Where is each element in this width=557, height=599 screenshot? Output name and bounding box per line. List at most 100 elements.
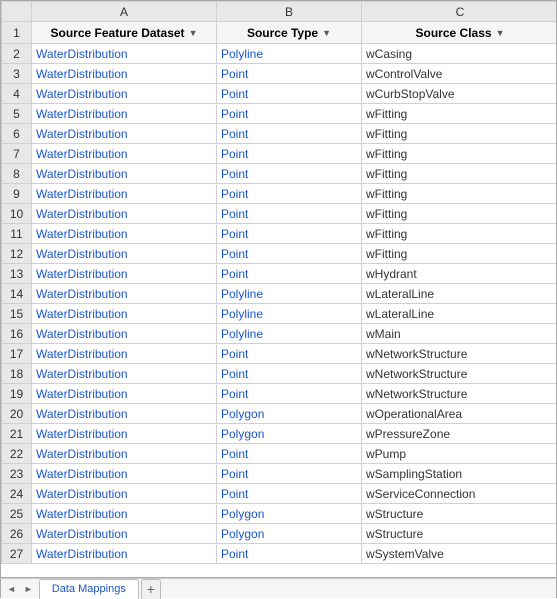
cell-source-class[interactable]: wSystemValve [362,544,557,564]
cell-source-feature-dataset[interactable]: WaterDistribution [32,304,217,324]
col-c-sort-icon[interactable]: ▼ [496,28,505,38]
row-num-cell: 21 [2,424,32,444]
cell-source-class[interactable]: wFitting [362,104,557,124]
add-tab-button[interactable]: + [141,579,161,599]
cell-source-feature-dataset[interactable]: WaterDistribution [32,144,217,164]
cell-source-type[interactable]: Point [217,244,362,264]
cell-source-feature-dataset[interactable]: WaterDistribution [32,544,217,564]
cell-source-type[interactable]: Point [217,444,362,464]
cell-source-type[interactable]: Point [217,364,362,384]
cell-source-feature-dataset[interactable]: WaterDistribution [32,324,217,344]
cell-source-feature-dataset[interactable]: WaterDistribution [32,164,217,184]
col-a-data-header-label: Source Feature Dataset [51,26,185,40]
cell-source-type[interactable]: Point [217,64,362,84]
col-c-data-header[interactable]: Source Class ▼ [362,22,557,44]
corner-cell [2,2,32,22]
cell-source-type[interactable]: Polygon [217,424,362,444]
cell-source-type[interactable]: Point [217,84,362,104]
cell-source-type[interactable]: Polygon [217,524,362,544]
cell-source-type[interactable]: Point [217,344,362,364]
cell-source-type[interactable]: Point [217,144,362,164]
cell-source-feature-dataset[interactable]: WaterDistribution [32,424,217,444]
cell-source-type[interactable]: Point [217,104,362,124]
col-letter-header-row: A B C [2,2,557,22]
bottom-bar: ◄ ► Data Mappings + [0,578,557,598]
cell-source-class[interactable]: wFitting [362,224,557,244]
cell-source-class[interactable]: wFitting [362,184,557,204]
cell-source-class[interactable]: wMain [362,324,557,344]
cell-source-type[interactable]: Point [217,124,362,144]
cell-source-feature-dataset[interactable]: WaterDistribution [32,484,217,504]
cell-source-feature-dataset[interactable]: WaterDistribution [32,264,217,284]
cell-source-feature-dataset[interactable]: WaterDistribution [32,284,217,304]
cell-source-class[interactable]: wPump [362,444,557,464]
row-num-cell: 5 [2,104,32,124]
cell-source-feature-dataset[interactable]: WaterDistribution [32,524,217,544]
cell-source-feature-dataset[interactable]: WaterDistribution [32,384,217,404]
row-num-cell: 13 [2,264,32,284]
cell-source-class[interactable]: wStructure [362,524,557,544]
cell-source-type[interactable]: Polygon [217,504,362,524]
cell-source-class[interactable]: wPressureZone [362,424,557,444]
cell-source-class[interactable]: wNetworkStructure [362,384,557,404]
cell-source-class[interactable]: wNetworkStructure [362,364,557,384]
cell-source-class[interactable]: wHydrant [362,264,557,284]
cell-source-class[interactable]: wCasing [362,44,557,64]
cell-source-feature-dataset[interactable]: WaterDistribution [32,124,217,144]
cell-source-feature-dataset[interactable]: WaterDistribution [32,364,217,384]
cell-source-class[interactable]: wLateralLine [362,284,557,304]
table-row: 22WaterDistributionPointwPump [2,444,557,464]
cell-source-type[interactable]: Point [217,204,362,224]
cell-source-type[interactable]: Point [217,264,362,284]
cell-source-type[interactable]: Point [217,184,362,204]
cell-source-class[interactable]: wStructure [362,504,557,524]
cell-source-type[interactable]: Point [217,544,362,564]
col-b-sort-icon[interactable]: ▼ [322,28,331,38]
cell-source-class[interactable]: wSamplingStation [362,464,557,484]
col-b-data-header[interactable]: Source Type ▼ [217,22,362,44]
col-a-sort-icon[interactable]: ▼ [189,28,198,38]
cell-source-class[interactable]: wFitting [362,204,557,224]
cell-source-feature-dataset[interactable]: WaterDistribution [32,224,217,244]
scroll-right-arrow[interactable]: ► [22,584,35,594]
cell-source-feature-dataset[interactable]: WaterDistribution [32,404,217,424]
cell-source-class[interactable]: wNetworkStructure [362,344,557,364]
col-a-data-header[interactable]: Source Feature Dataset ▼ [32,22,217,44]
cell-source-class[interactable]: wFitting [362,124,557,144]
scroll-left-arrow[interactable]: ◄ [5,584,18,594]
cell-source-feature-dataset[interactable]: WaterDistribution [32,104,217,124]
cell-source-feature-dataset[interactable]: WaterDistribution [32,84,217,104]
cell-source-class[interactable]: wFitting [362,164,557,184]
cell-source-feature-dataset[interactable]: WaterDistribution [32,464,217,484]
cell-source-class[interactable]: wOperationalArea [362,404,557,424]
cell-source-feature-dataset[interactable]: WaterDistribution [32,444,217,464]
row-num-cell: 16 [2,324,32,344]
cell-source-type[interactable]: Polyline [217,44,362,64]
row-num-cell: 19 [2,384,32,404]
table-row: 13WaterDistributionPointwHydrant [2,264,557,284]
cell-source-type[interactable]: Point [217,484,362,504]
cell-source-class[interactable]: wControlValve [362,64,557,84]
cell-source-type[interactable]: Polyline [217,284,362,304]
cell-source-type[interactable]: Polygon [217,404,362,424]
cell-source-feature-dataset[interactable]: WaterDistribution [32,184,217,204]
cell-source-feature-dataset[interactable]: WaterDistribution [32,244,217,264]
cell-source-feature-dataset[interactable]: WaterDistribution [32,344,217,364]
cell-source-class[interactable]: wLateralLine [362,304,557,324]
cell-source-class[interactable]: wFitting [362,244,557,264]
cell-source-type[interactable]: Point [217,384,362,404]
cell-source-feature-dataset[interactable]: WaterDistribution [32,504,217,524]
data-mappings-tab[interactable]: Data Mappings [39,579,139,599]
cell-source-type[interactable]: Polyline [217,304,362,324]
row-num-cell: 26 [2,524,32,544]
cell-source-type[interactable]: Point [217,224,362,244]
cell-source-type[interactable]: Polyline [217,324,362,344]
cell-source-feature-dataset[interactable]: WaterDistribution [32,204,217,224]
cell-source-class[interactable]: wServiceConnection [362,484,557,504]
cell-source-type[interactable]: Point [217,464,362,484]
cell-source-class[interactable]: wFitting [362,144,557,164]
cell-source-type[interactable]: Point [217,164,362,184]
cell-source-feature-dataset[interactable]: WaterDistribution [32,64,217,84]
cell-source-feature-dataset[interactable]: WaterDistribution [32,44,217,64]
cell-source-class[interactable]: wCurbStopValve [362,84,557,104]
